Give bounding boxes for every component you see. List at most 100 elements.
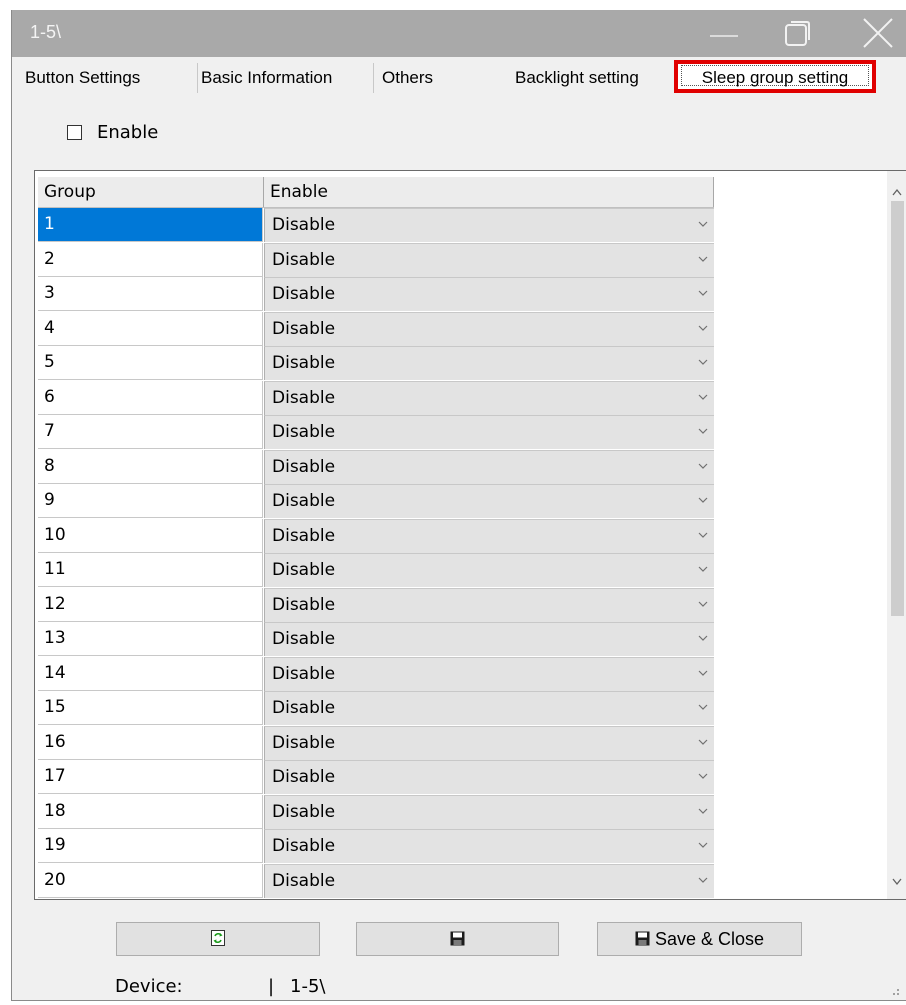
chevron-down-icon[interactable] (692, 520, 714, 552)
tab-others[interactable]: Others (382, 63, 502, 93)
group-cell[interactable]: 15 (38, 691, 263, 725)
table-row[interactable]: 10 Disable (38, 518, 714, 554)
enable-dropdown[interactable]: Disable (264, 622, 714, 656)
group-cell[interactable]: 19 (38, 829, 263, 863)
group-cell[interactable]: 6 (38, 380, 263, 415)
table-row[interactable]: 19 Disable (38, 829, 714, 864)
enable-dropdown[interactable]: Disable (264, 277, 714, 311)
tab-button-settings[interactable]: Button Settings (25, 63, 198, 93)
enable-dropdown[interactable]: Disable (264, 346, 714, 380)
table-row[interactable]: 12 Disable (38, 587, 714, 623)
table-row[interactable]: 20 Disable (38, 863, 714, 899)
enable-dropdown[interactable]: Disable (264, 725, 714, 760)
scroll-up-button[interactable] (887, 181, 906, 203)
tab-backlight-setting[interactable]: Backlight setting (515, 63, 673, 93)
enable-dropdown[interactable]: Disable (264, 587, 714, 622)
enable-checkbox[interactable] (67, 125, 82, 140)
group-cell[interactable]: 17 (38, 760, 263, 794)
scroll-thumb[interactable] (891, 201, 904, 616)
enable-dropdown[interactable]: Disable (264, 449, 714, 484)
chevron-down-icon[interactable] (692, 347, 714, 379)
save-and-close-button[interactable]: Save & Close (597, 922, 802, 956)
table-row[interactable]: 13 Disable (38, 622, 714, 657)
enable-dropdown[interactable]: Disable (264, 518, 714, 553)
group-cell[interactable]: 20 (38, 863, 263, 898)
group-cell[interactable]: 4 (38, 311, 263, 346)
group-cell[interactable]: 14 (38, 656, 263, 691)
group-cell[interactable]: 7 (38, 415, 263, 449)
chevron-down-icon[interactable] (692, 865, 714, 897)
chevron-down-icon[interactable] (692, 485, 714, 517)
enable-dropdown[interactable]: Disable (264, 242, 714, 277)
chevron-down-icon[interactable] (692, 451, 714, 483)
chevron-down-icon[interactable] (692, 416, 714, 448)
enable-dropdown[interactable]: Disable (264, 760, 714, 794)
title-bar[interactable]: 1-5\ (12, 10, 906, 57)
table-row[interactable]: 7 Disable (38, 415, 714, 450)
enable-dropdown[interactable]: Disable (264, 863, 714, 898)
chevron-down-icon[interactable] (692, 761, 714, 793)
group-cell[interactable]: 1 (38, 208, 263, 242)
enable-dropdown[interactable]: Disable (264, 208, 714, 242)
enable-dropdown[interactable]: Disable (264, 794, 714, 829)
chevron-down-icon[interactable] (692, 244, 714, 276)
refresh-button[interactable] (116, 922, 320, 956)
group-cell[interactable]: 8 (38, 449, 263, 484)
chevron-down-icon[interactable] (692, 313, 714, 345)
enable-dropdown[interactable]: Disable (264, 691, 714, 725)
vertical-scrollbar[interactable] (887, 171, 906, 899)
group-cell[interactable]: 11 (38, 553, 263, 587)
group-cell[interactable]: 10 (38, 518, 263, 553)
chevron-down-icon[interactable] (692, 589, 714, 621)
chevron-down-icon[interactable] (692, 278, 714, 310)
minimize-button[interactable] (694, 10, 754, 57)
column-header-group[interactable]: Group (38, 177, 264, 207)
group-cell[interactable]: 3 (38, 277, 263, 311)
table-row[interactable]: 16 Disable (38, 725, 714, 761)
restore-button[interactable] (765, 10, 825, 57)
group-cell[interactable]: 9 (38, 484, 263, 518)
chevron-down-icon[interactable] (692, 382, 714, 414)
chevron-down-icon[interactable] (692, 209, 714, 241)
chevron-down-icon[interactable] (692, 554, 714, 586)
table-row[interactable]: 8 Disable (38, 449, 714, 485)
table-row[interactable]: 2 Disable (38, 242, 714, 278)
chevron-down-icon[interactable] (692, 727, 714, 759)
resize-grip-icon[interactable] (888, 984, 900, 996)
table-row[interactable]: 3 Disable (38, 277, 714, 312)
tab-basic-information[interactable]: Basic Information (201, 63, 374, 93)
chevron-down-icon[interactable] (692, 796, 714, 828)
chevron-down-icon[interactable] (692, 830, 714, 862)
chevron-down-icon[interactable] (692, 658, 714, 690)
enable-dropdown[interactable]: Disable (264, 484, 714, 518)
table-row[interactable]: 14 Disable (38, 656, 714, 692)
table-row[interactable]: 6 Disable (38, 380, 714, 416)
table-row[interactable]: 15 Disable (38, 691, 714, 726)
group-cell[interactable]: 16 (38, 725, 263, 760)
enable-dropdown[interactable]: Disable (264, 553, 714, 587)
table-row[interactable]: 17 Disable (38, 760, 714, 795)
enable-dropdown[interactable]: Disable (264, 415, 714, 449)
table-row[interactable]: 1 Disable (38, 208, 714, 243)
table-row[interactable]: 18 Disable (38, 794, 714, 830)
table-row[interactable]: 4 Disable (38, 311, 714, 347)
group-cell[interactable]: 2 (38, 242, 263, 277)
chevron-down-icon[interactable] (692, 692, 714, 724)
enable-dropdown[interactable]: Disable (264, 829, 714, 863)
enable-dropdown[interactable]: Disable (264, 311, 714, 346)
group-cell[interactable]: 18 (38, 794, 263, 829)
table-row[interactable]: 5 Disable (38, 346, 714, 381)
group-cell[interactable]: 12 (38, 587, 263, 622)
group-cell[interactable]: 5 (38, 346, 263, 380)
chevron-down-icon[interactable] (692, 623, 714, 655)
column-header-enable[interactable]: Enable (264, 177, 714, 207)
enable-dropdown[interactable]: Disable (264, 380, 714, 415)
tab-sleep-group-setting[interactable]: Sleep group setting (674, 60, 876, 93)
save-button[interactable] (356, 922, 559, 956)
scroll-down-button[interactable] (887, 871, 906, 893)
group-cell[interactable]: 13 (38, 622, 263, 656)
table-row[interactable]: 9 Disable (38, 484, 714, 519)
close-button[interactable] (848, 10, 906, 57)
table-row[interactable]: 11 Disable (38, 553, 714, 588)
enable-dropdown[interactable]: Disable (264, 656, 714, 691)
